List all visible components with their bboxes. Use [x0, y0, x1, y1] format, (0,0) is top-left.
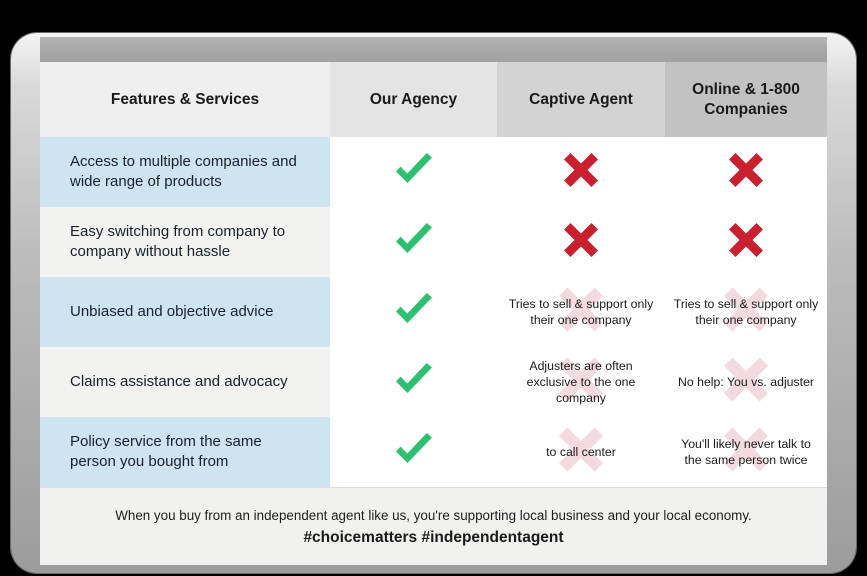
check-icon [395, 222, 432, 253]
feature-label: Access to multiple companies and wide ra… [40, 137, 330, 207]
table-footer: When you buy from an independent agent l… [40, 487, 827, 565]
column-header-captive-agent: Captive Agent [497, 62, 665, 137]
check-icon [395, 292, 432, 323]
cell-note: to call center [546, 444, 616, 459]
feature-label: Policy service from the same person you … [40, 417, 330, 487]
check-icon [393, 222, 435, 262]
cell-note: No help: You vs. adjuster [677, 374, 815, 389]
column-header-our-agency: Our Agency [330, 62, 497, 137]
table-body: Access to multiple companies and wide ra… [40, 137, 827, 487]
cell-our-agency [330, 277, 497, 347]
check-icon [393, 152, 435, 192]
cell-our-agency [330, 207, 497, 277]
x-icon [729, 152, 763, 192]
cell-note: Tries to sell & support only their one c… [508, 296, 654, 327]
cell-captive-agent [497, 137, 665, 207]
table-row: Easy switching from company to company w… [40, 207, 827, 277]
table-row: Claims assistance and advocacy Adjusters … [40, 347, 827, 417]
table-row: Policy service from the same person you … [40, 417, 827, 487]
footer-hashtags: #choicematters #independentagent [303, 528, 564, 546]
cell-note: You'll likely never talk to the same per… [681, 436, 811, 467]
cell-captive-agent: to call center [497, 417, 665, 487]
cell-captive-agent [497, 207, 665, 277]
table-row: Unbiased and objective advice Tries to se… [40, 277, 827, 347]
cell-online-1800: No help: You vs. adjuster [665, 347, 827, 417]
cell-captive-agent: Tries to sell & support only their one c… [497, 277, 665, 347]
cell-online-1800 [665, 137, 827, 207]
x-icon [564, 222, 598, 262]
column-header-features: Features & Services [40, 62, 330, 137]
cell-online-1800: You'll likely never talk to the same per… [665, 417, 827, 487]
cell-note: Adjusters are often exclusive to the one… [526, 358, 636, 406]
x-icon [729, 222, 763, 257]
cell-online-1800: Tries to sell & support only their one c… [665, 277, 827, 347]
comparison-table: Features & Services Our Agency Captive A… [40, 62, 827, 565]
check-icon [395, 362, 432, 393]
check-icon [393, 362, 435, 402]
x-icon [564, 152, 598, 192]
footer-tagline: When you buy from an independent agent l… [115, 507, 752, 523]
check-icon [393, 292, 435, 332]
check-icon [393, 432, 435, 472]
top-bezel-strip [40, 37, 827, 62]
device-screen: Features & Services Our Agency Captive A… [40, 37, 827, 565]
table-row: Access to multiple companies and wide ra… [40, 137, 827, 207]
cell-our-agency [330, 347, 497, 417]
x-icon [564, 222, 598, 257]
cell-our-agency [330, 417, 497, 487]
feature-label: Unbiased and objective advice [40, 277, 330, 347]
x-icon [729, 222, 763, 262]
check-icon [395, 432, 432, 463]
cell-online-1800 [665, 207, 827, 277]
cell-captive-agent: Adjusters are often exclusive to the one… [497, 347, 665, 417]
cell-our-agency [330, 137, 497, 207]
table-header-row: Features & Services Our Agency Captive A… [40, 62, 827, 137]
cell-note: Tries to sell & support only their one c… [673, 296, 819, 327]
check-icon [395, 152, 432, 183]
column-header-online-1800: Online & 1-800 Companies [665, 62, 827, 137]
x-icon [564, 152, 598, 187]
feature-label: Easy switching from company to company w… [40, 207, 330, 277]
x-icon [729, 152, 763, 187]
feature-label: Claims assistance and advocacy [40, 347, 330, 417]
